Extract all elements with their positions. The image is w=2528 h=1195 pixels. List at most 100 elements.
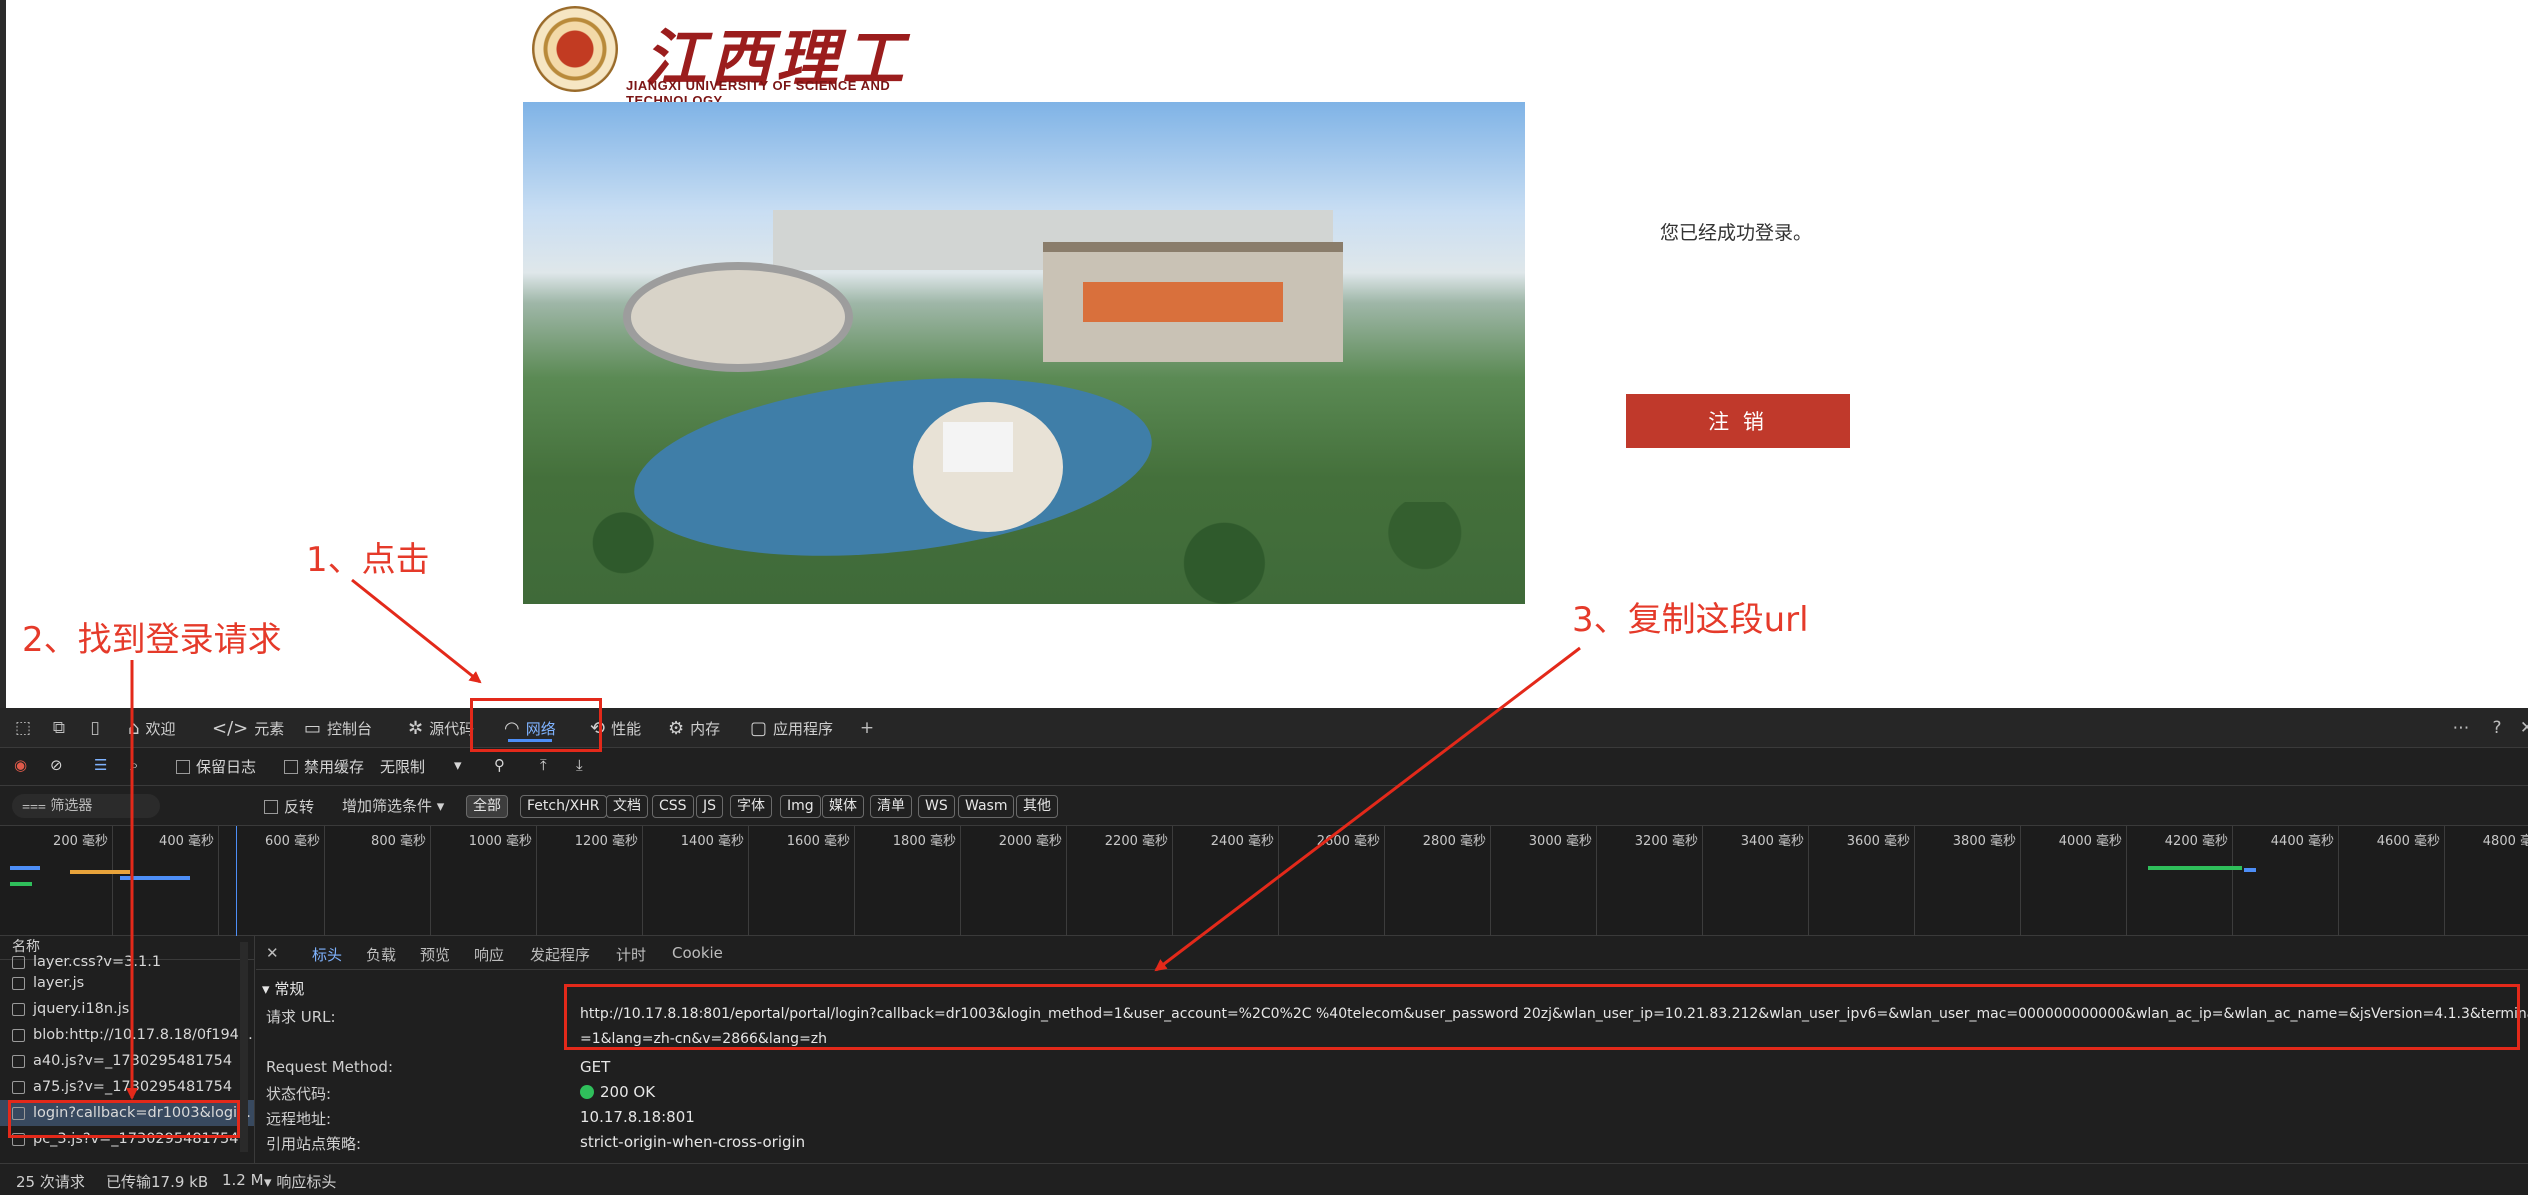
annotation-step1: 1、点击	[306, 540, 430, 580]
screen: { "page": { "logo_cn": "江西理工大学", "logo_e…	[0, 0, 2528, 1195]
tab-console[interactable]: ▭ 控制台	[304, 708, 372, 748]
request-row[interactable]: a40.js?v=_1730295481754	[0, 1048, 254, 1074]
chip-js[interactable]: JS	[696, 795, 724, 818]
disable-cache-checkbox[interactable]: 禁用缓存	[284, 756, 364, 777]
more-options-icon[interactable]: ⋯	[2450, 717, 2472, 739]
add-tab-icon[interactable]: +	[856, 717, 878, 739]
device-emulation-icon[interactable]: ⧉	[48, 717, 70, 739]
request-list-scrollbar[interactable]	[240, 942, 248, 1152]
tab-label: 内存	[690, 719, 721, 738]
chip-fetch-xhr[interactable]: Fetch/XHR	[520, 795, 607, 818]
trees	[523, 502, 1525, 604]
tab-initiator[interactable]: 发起程序	[530, 944, 590, 965]
tab-timing[interactable]: 计时	[616, 944, 646, 965]
chip-css[interactable]: CSS	[652, 795, 694, 818]
tab-application[interactable]: ▢ 应用程序	[750, 708, 833, 748]
tab-headers[interactable]: 标头	[312, 944, 342, 965]
chip-media[interactable]: 媒体	[822, 795, 864, 818]
tab-memory[interactable]: ⚙ 内存	[668, 708, 720, 748]
request-row-login[interactable]: login?callback=dr1003&logi...	[0, 1100, 254, 1126]
clear-icon[interactable]: ⊘	[50, 756, 63, 774]
record-icon[interactable]: ◉	[14, 756, 27, 774]
timeline-tick-label: 3800 毫秒	[1952, 834, 2016, 849]
rotunda-building	[623, 262, 853, 372]
filter-icon: ⩶	[22, 798, 51, 814]
tab-sources[interactable]: ✲ 源代码	[408, 708, 474, 748]
import-icon[interactable]: ⤒	[540, 756, 547, 774]
chevron-down-icon[interactable]: ▾	[454, 756, 462, 774]
chip-doc[interactable]: 文档	[606, 795, 648, 818]
timeline-tick-label: 4400 毫秒	[2270, 834, 2334, 849]
chip-font[interactable]: 字体	[730, 795, 772, 818]
tab-elements[interactable]: </> 元素	[212, 708, 284, 748]
throttle-select[interactable]: 无限制	[380, 756, 425, 777]
general-title: 常规	[274, 980, 305, 998]
timeline-gridline	[2126, 826, 2127, 936]
tab-response[interactable]: 响应	[474, 944, 504, 965]
timeline-tick-label: 400 毫秒	[159, 834, 214, 849]
home-icon: ⌂	[128, 717, 140, 739]
more-filters-dropdown[interactable]: 增加筛选条件 ▾	[342, 795, 444, 816]
filter-input[interactable]: ⩶ 筛选器	[12, 794, 160, 818]
timeline-tick-label: 2400 毫秒	[1210, 834, 1274, 849]
tab-label: 网络	[525, 719, 556, 738]
search-icon[interactable]: ⌕	[130, 756, 138, 774]
network-conditions-icon[interactable]: ⚲	[494, 756, 505, 774]
inspect-icon[interactable]: ⬚	[12, 717, 34, 739]
tab-preview[interactable]: 预览	[420, 944, 450, 965]
timeline-tick-label: 1000 毫秒	[468, 834, 532, 849]
tab-cookie[interactable]: Cookie	[672, 944, 723, 962]
file-icon	[12, 1132, 25, 1146]
request-count: 25 次请求	[16, 1173, 85, 1191]
status-code-label: 状态代码:	[266, 1085, 332, 1103]
request-url-value[interactable]: http://10.17.8.18:801/eportal/portal/log…	[580, 1006, 2528, 1022]
request-name: layer.js	[33, 975, 85, 991]
tab-performance[interactable]: ⟲ 性能	[590, 708, 641, 748]
status-ok-icon	[580, 1085, 594, 1099]
close-detail-icon[interactable]: ✕	[266, 944, 279, 962]
close-devtools-icon[interactable]: ✕	[2516, 717, 2528, 739]
request-row[interactable]: pc_3.js?v=_1730295481754	[0, 1126, 254, 1152]
request-name: a40.js?v=_1730295481754	[33, 1053, 233, 1069]
help-icon[interactable]: ?	[2486, 717, 2508, 739]
chip-manifest[interactable]: 清单	[870, 795, 912, 818]
chip-ws[interactable]: WS	[918, 795, 955, 818]
active-tab-indicator	[508, 739, 552, 742]
tab-welcome[interactable]: ⌂ 欢迎	[128, 708, 175, 748]
timeline-gridline	[2232, 826, 2233, 936]
general-section-header[interactable]: ▾ 常规	[262, 978, 304, 999]
login-success-message: 您已经成功登录。	[1659, 222, 1812, 244]
timeline-gridline	[854, 826, 855, 936]
timeline-request-bar	[120, 876, 190, 880]
logout-button[interactable]: 注 销	[1626, 394, 1850, 448]
invert-checkbox[interactable]: 反转	[264, 796, 314, 817]
network-timeline[interactable]: 200 毫秒 400 毫秒 600 毫秒 800 毫秒 1000 毫秒 1200 毫秒 14…	[0, 826, 2528, 936]
response-headers-toggle[interactable]: ▾ 响应标头	[264, 1171, 336, 1192]
chip-img[interactable]: Img	[780, 795, 821, 818]
timeline-tick-label: 4600 毫秒	[2376, 834, 2440, 849]
network-toolbar: ◉ ⊘ ☰ ⌕ 保留日志 禁用缓存 无限制 ▾ ⚲ ⤒ ⤓	[0, 748, 2528, 786]
chip-other[interactable]: 其他	[1016, 795, 1058, 818]
annotation-step2: 2、找到登录请求	[22, 620, 282, 660]
tab-network[interactable]: ◠ 网络	[504, 708, 556, 748]
request-row[interactable]: a75.js?v=_1730295481754	[0, 1074, 254, 1100]
chip-wasm[interactable]: Wasm	[958, 795, 1015, 818]
preserve-log-checkbox[interactable]: 保留日志	[176, 756, 256, 777]
timeline-gridline	[324, 826, 325, 936]
request-row[interactable]: jquery.i18n.js	[0, 996, 254, 1022]
dock-side-icon[interactable]: ▯	[84, 717, 106, 739]
export-icon[interactable]: ⤓	[576, 756, 583, 774]
tab-payload[interactable]: 负载	[366, 944, 396, 965]
request-url-value-cont[interactable]: =1&lang=zh-cn&v=2866&lang=zh	[580, 1031, 827, 1047]
request-row[interactable]: blob:http://10.17.8.18/0f194...	[0, 1022, 254, 1048]
invert-label: 反转	[284, 798, 315, 816]
timeline-gridline	[748, 826, 749, 936]
timeline-tick-label: 1800 毫秒	[892, 834, 956, 849]
filter-icon[interactable]: ☰	[94, 756, 107, 774]
response-headers-label: 响应标头	[276, 1173, 337, 1191]
request-method-value: GET	[580, 1058, 611, 1076]
request-row[interactable]: layer.js	[0, 970, 254, 996]
chip-all[interactable]: 全部	[466, 795, 508, 818]
timeline-request-bar	[10, 866, 40, 870]
timeline-gridline	[536, 826, 537, 936]
